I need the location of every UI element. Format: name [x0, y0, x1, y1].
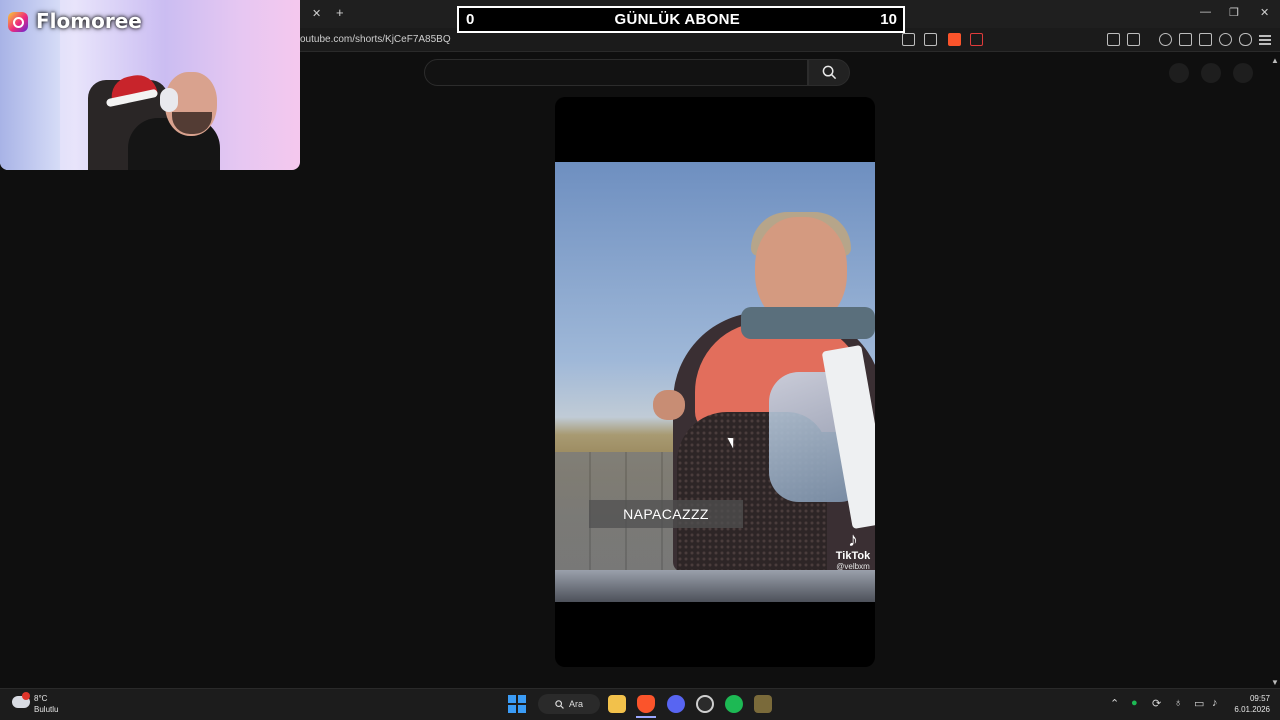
scroll-down-icon[interactable]: ▼	[1271, 678, 1279, 687]
sync-icon[interactable]: ⟳	[1152, 697, 1161, 710]
new-tab-button[interactable]: +	[336, 5, 344, 20]
taskbar-search[interactable]: Ara	[538, 694, 600, 714]
menu-icon[interactable]	[1259, 35, 1271, 45]
start-button[interactable]	[508, 695, 526, 713]
streamer-name: Flomoree	[36, 9, 142, 33]
tray-app-icon[interactable]: ●	[1131, 697, 1138, 709]
share-icon[interactable]	[924, 33, 937, 46]
leo-ai-icon[interactable]	[1219, 33, 1232, 46]
wallet-icon[interactable]	[1199, 33, 1212, 46]
tray-overflow-icon[interactable]: ⌃	[1110, 697, 1119, 710]
headset	[160, 88, 178, 112]
clock-time[interactable]: 09:57	[1240, 694, 1270, 703]
scroll-up-icon[interactable]: ▲	[1271, 56, 1279, 65]
instagram-icon	[8, 12, 28, 32]
webcam-overlay: Flomoree	[0, 0, 300, 170]
search-button[interactable]	[808, 59, 850, 86]
close-window-button[interactable]: ✕	[1260, 6, 1269, 19]
minimize-button[interactable]: —	[1200, 6, 1211, 18]
tiktok-name: TikTok	[835, 550, 871, 562]
restore-button[interactable]: ❐	[1229, 6, 1239, 19]
app-icon[interactable]	[754, 695, 772, 713]
notifications-icon[interactable]	[1201, 63, 1221, 83]
account-avatar[interactable]	[1233, 63, 1253, 83]
active-app-indicator	[636, 716, 656, 718]
video-caption: NAPACAZZZ	[589, 500, 743, 528]
shorts-video-player[interactable]: NAPACAZZZ ♪ TikTok @velbxm	[555, 97, 875, 667]
volume-icon[interactable]: ♪	[1212, 697, 1218, 709]
search-icon	[555, 699, 564, 709]
network-icon[interactable]: ▭	[1194, 697, 1204, 710]
weather-temperature[interactable]: 8°C	[34, 694, 47, 703]
create-icon[interactable]	[1169, 63, 1189, 83]
search-icon	[822, 65, 836, 80]
screenshot-icon[interactable]	[1127, 33, 1140, 46]
taskbar-search-label: Ara	[568, 699, 583, 709]
weather-alert-badge	[22, 692, 30, 700]
url-field[interactable]: outube.com/shorts/KjCeF7A85BQ	[300, 34, 451, 45]
brave-shields-icon[interactable]	[948, 33, 961, 46]
brave-rewards-icon[interactable]	[970, 33, 983, 46]
spotify-icon[interactable]	[725, 695, 743, 713]
clock-date[interactable]: 6.01.2026	[1226, 705, 1270, 714]
music-icon[interactable]	[1159, 33, 1172, 46]
counter-goal: 10	[880, 11, 897, 28]
video-frame: NAPACAZZZ ♪ TikTok @velbxm	[555, 162, 875, 602]
weather-description[interactable]: Bulutlu	[34, 705, 58, 714]
counter-label: GÜNLÜK ABONE	[614, 11, 741, 28]
search-input[interactable]	[424, 59, 808, 86]
cast-icon[interactable]	[902, 33, 915, 46]
extensions-icon[interactable]	[1107, 33, 1120, 46]
daily-subscriber-counter: 0 GÜNLÜK ABONE 10	[457, 6, 905, 33]
sidebar-icon[interactable]	[1179, 33, 1192, 46]
woman-scarf	[741, 307, 875, 339]
file-explorer-icon[interactable]	[608, 695, 626, 713]
vpn-icon[interactable]	[1239, 33, 1252, 46]
tiktok-watermark: ♪ TikTok @velbxm	[831, 530, 875, 571]
obs-icon[interactable]	[696, 695, 714, 713]
tiktok-handle: @velbxm	[836, 562, 870, 571]
tiktok-icon: ♪	[848, 529, 858, 551]
woman-hand	[653, 390, 685, 420]
brave-browser-icon[interactable]	[637, 695, 655, 713]
counter-current: 0	[466, 11, 475, 28]
microphone-icon[interactable]: ♁	[1174, 697, 1182, 709]
car-window-sill	[555, 570, 875, 602]
tab-close-icon[interactable]: ✕	[312, 7, 321, 20]
discord-icon[interactable]	[667, 695, 685, 713]
